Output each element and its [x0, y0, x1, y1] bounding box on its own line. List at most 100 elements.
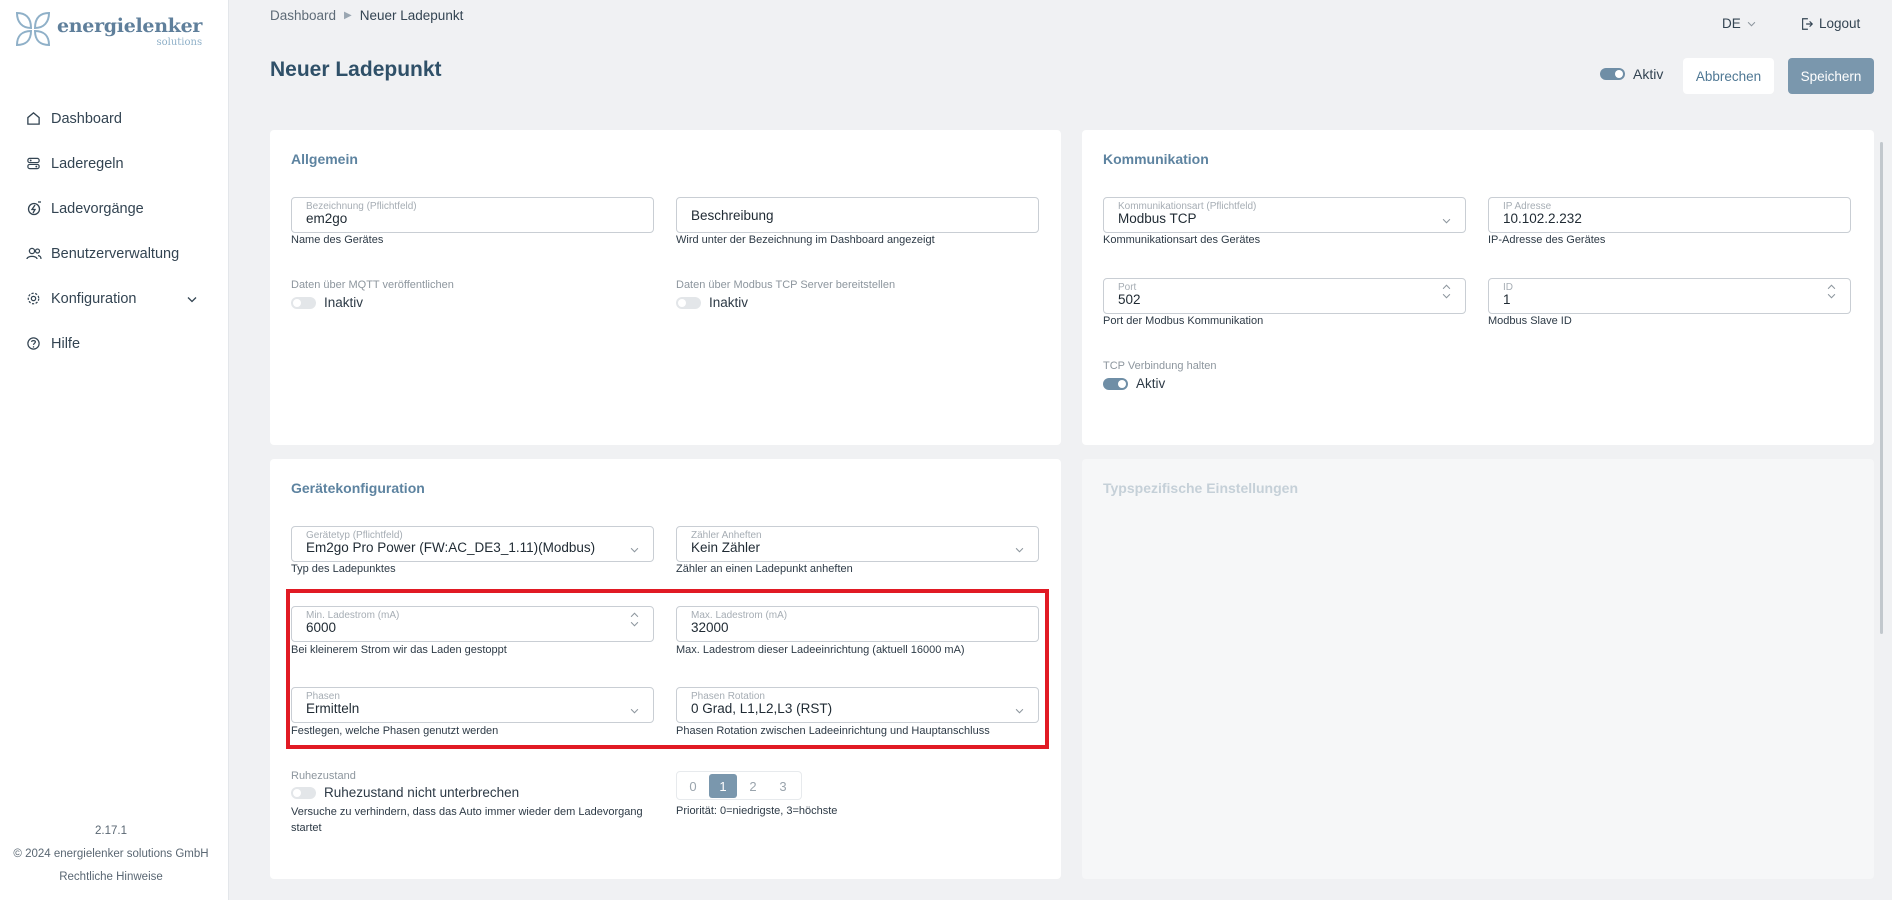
page-title: Neuer Ladepunkt	[270, 58, 442, 81]
breadcrumb-separator-icon: ▶	[344, 10, 352, 21]
priority-option-0[interactable]: 0	[679, 774, 707, 798]
sidebar-item-ladevorgaenge[interactable]: Ladevorgänge	[0, 186, 229, 231]
logo-main-text: energielenker	[57, 15, 203, 37]
card-title: Kommunikation	[1103, 151, 1209, 167]
chevron-down-icon[interactable]	[187, 291, 197, 307]
modbus-label: Daten über Modbus TCP Server bereitstell…	[676, 279, 896, 291]
mqtt-toggle[interactable]: Inaktiv	[291, 295, 363, 310]
sidebar-item-konfiguration[interactable]: Konfiguration	[0, 276, 229, 321]
copyright-label: © 2024 energielenker solutions GmbH	[13, 848, 209, 860]
home-icon	[25, 110, 42, 127]
logout-icon	[1800, 17, 1814, 31]
help-icon	[25, 335, 42, 352]
active-toggle[interactable]: Aktiv	[1600, 66, 1663, 82]
priority-selector: 0 1 2 3	[676, 771, 802, 800]
field-hint: Modbus Slave ID	[1488, 315, 1572, 327]
sidebar-item-hilfe[interactable]: Hilfe	[0, 321, 229, 366]
modbus-switch[interactable]	[676, 296, 701, 309]
field-value: Modbus TCP	[1118, 211, 1197, 226]
sidebar-item-label: Hilfe	[51, 335, 81, 352]
sidebar-item-label: Dashboard	[51, 110, 122, 127]
spinner-icon[interactable]	[1442, 284, 1451, 299]
toggle-state: Aktiv	[1136, 376, 1166, 391]
active-switch[interactable]	[1600, 68, 1625, 80]
legal-link[interactable]: Rechtliche Hinweise	[0, 871, 222, 883]
card-typspezifisch: Typspezifische Einstellungen	[1082, 459, 1874, 879]
breadcrumb: Dashboard ▶ Neuer Ladepunkt	[270, 8, 463, 23]
logo[interactable]: energielenker solutions	[14, 11, 202, 48]
sidebar-nav: Dashboard Laderegeln Ladevorgänge Benutz…	[0, 96, 229, 366]
spinner-icon[interactable]	[1827, 284, 1836, 299]
language-value: DE	[1722, 16, 1741, 31]
field-hint: Typ des Ladepunktes	[291, 563, 396, 575]
toggle-state: Inaktiv	[709, 295, 749, 310]
priority-option-3[interactable]: 3	[769, 774, 797, 798]
field-hint: Zähler an einen Ladepunkt anheften	[676, 563, 853, 575]
logout-label: Logout	[1819, 16, 1861, 31]
save-button[interactable]: Speichern	[1788, 58, 1874, 94]
rest-label: Ruhezustand	[291, 770, 356, 782]
language-select[interactable]: DE	[1722, 16, 1756, 31]
card-title: Typspezifische Einstellungen	[1103, 480, 1299, 496]
highlight-box	[286, 589, 1049, 749]
sidebar-item-label: Konfiguration	[51, 290, 137, 307]
field-value: 10.102.2.232	[1503, 211, 1582, 226]
chevron-down-icon	[1442, 211, 1451, 229]
sidebar-item-label: Ladevorgänge	[51, 200, 144, 217]
scrollbar[interactable]	[1880, 142, 1883, 634]
card-allgemein: Allgemein Bezeichnung (Pflichtfeld) em2g…	[270, 130, 1061, 445]
charging-icon	[25, 200, 42, 217]
chevron-down-icon	[630, 540, 639, 558]
field-hint: Wird unter der Bezeichnung im Dashboard …	[676, 234, 935, 246]
description-field[interactable]: Beschreibung	[676, 197, 1039, 233]
toggle-state: Ruhezustand nicht unterbrechen	[324, 785, 520, 800]
meter-select[interactable]: Zähler Anheften Kein Zähler	[676, 526, 1039, 562]
gear-icon	[25, 290, 42, 307]
users-icon	[25, 245, 42, 262]
chevron-down-icon	[1747, 21, 1756, 27]
name-field[interactable]: Bezeichnung (Pflichtfeld) em2go	[291, 197, 654, 233]
sidebar-item-benutzerverwaltung[interactable]: Benutzerverwaltung	[0, 231, 229, 276]
modbus-toggle[interactable]: Inaktiv	[676, 295, 748, 310]
sidebar-item-label: Benutzerverwaltung	[51, 245, 180, 262]
logo-sub-text: solutions	[156, 37, 203, 48]
breadcrumb-current: Neuer Ladepunkt	[359, 8, 464, 23]
field-hint: IP-Adresse des Gerätes	[1488, 234, 1606, 246]
mqtt-label: Daten über MQTT veröffentlichen	[291, 279, 454, 291]
logout-button[interactable]: Logout	[1800, 16, 1860, 31]
active-toggle-label: Aktiv	[1633, 66, 1664, 82]
field-value: 502	[1118, 292, 1141, 307]
field-value: 1	[1503, 292, 1511, 307]
field-hint: Port der Modbus Kommunikation	[1103, 315, 1264, 327]
ip-address-field[interactable]: IP Adresse 10.102.2.232	[1488, 197, 1851, 233]
breadcrumb-dashboard[interactable]: Dashboard	[270, 8, 336, 23]
slave-id-stepper[interactable]: ID 1	[1488, 278, 1851, 314]
sidebar-item-laderegeln[interactable]: Laderegeln	[0, 141, 229, 186]
priority-option-2[interactable]: 2	[739, 774, 767, 798]
field-placeholder: Beschreibung	[691, 208, 774, 223]
toggle-state: Inaktiv	[324, 295, 364, 310]
port-stepper[interactable]: Port 502	[1103, 278, 1466, 314]
field-value: em2go	[306, 211, 348, 226]
communication-type-select[interactable]: Kommunikationsart (Pflichtfeld) Modbus T…	[1103, 197, 1466, 233]
rest-toggle[interactable]: Ruhezustand nicht unterbrechen	[291, 785, 519, 800]
card-title: Gerätekonfiguration	[291, 480, 425, 496]
cancel-button[interactable]: Abbrechen	[1683, 58, 1774, 94]
rest-switch[interactable]	[291, 786, 316, 799]
field-value: Kein Zähler	[691, 540, 761, 555]
device-type-select[interactable]: Gerätetyp (Pflichtfeld) Em2go Pro Power …	[291, 526, 654, 562]
priority-hint: Priorität: 0=niedrigste, 3=höchste	[676, 805, 838, 817]
tcp-switch[interactable]	[1103, 377, 1128, 390]
field-value: Em2go Pro Power (FW:AC_DE3_1.11)(Modbus)	[306, 540, 596, 555]
tcp-keepalive-toggle[interactable]: Aktiv	[1103, 376, 1165, 391]
chevron-down-icon	[1015, 540, 1024, 558]
rest-hint: Versuche zu verhindern, dass das Auto im…	[291, 806, 643, 818]
logo-icon	[15, 11, 51, 47]
version-label: 2.17.1	[95, 825, 127, 837]
sidebar-item-dashboard[interactable]: Dashboard	[0, 96, 229, 141]
rules-icon	[25, 155, 42, 172]
card-title: Allgemein	[291, 151, 358, 167]
mqtt-switch[interactable]	[291, 296, 316, 309]
priority-option-1[interactable]: 1	[709, 774, 737, 798]
sidebar: energielenker solutions Dashboard Ladere…	[0, 0, 229, 900]
